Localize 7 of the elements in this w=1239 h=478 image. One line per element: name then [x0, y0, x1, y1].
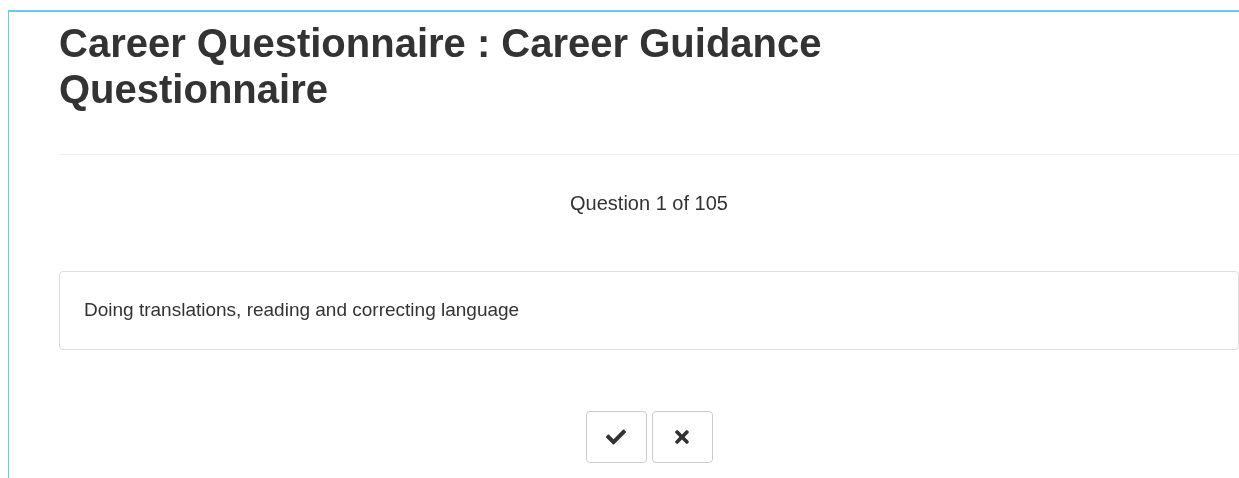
question-counter: Question 1 of 105 [570, 191, 728, 216]
yes-button[interactable] [585, 411, 647, 463]
close-icon [672, 427, 692, 447]
check-icon [606, 427, 626, 447]
question-card: Doing translations, reading and correcting language [59, 271, 1239, 350]
page-title: Career Questionnaire : Career Guidance Questionnaire [59, 20, 823, 112]
no-button[interactable] [651, 411, 713, 463]
